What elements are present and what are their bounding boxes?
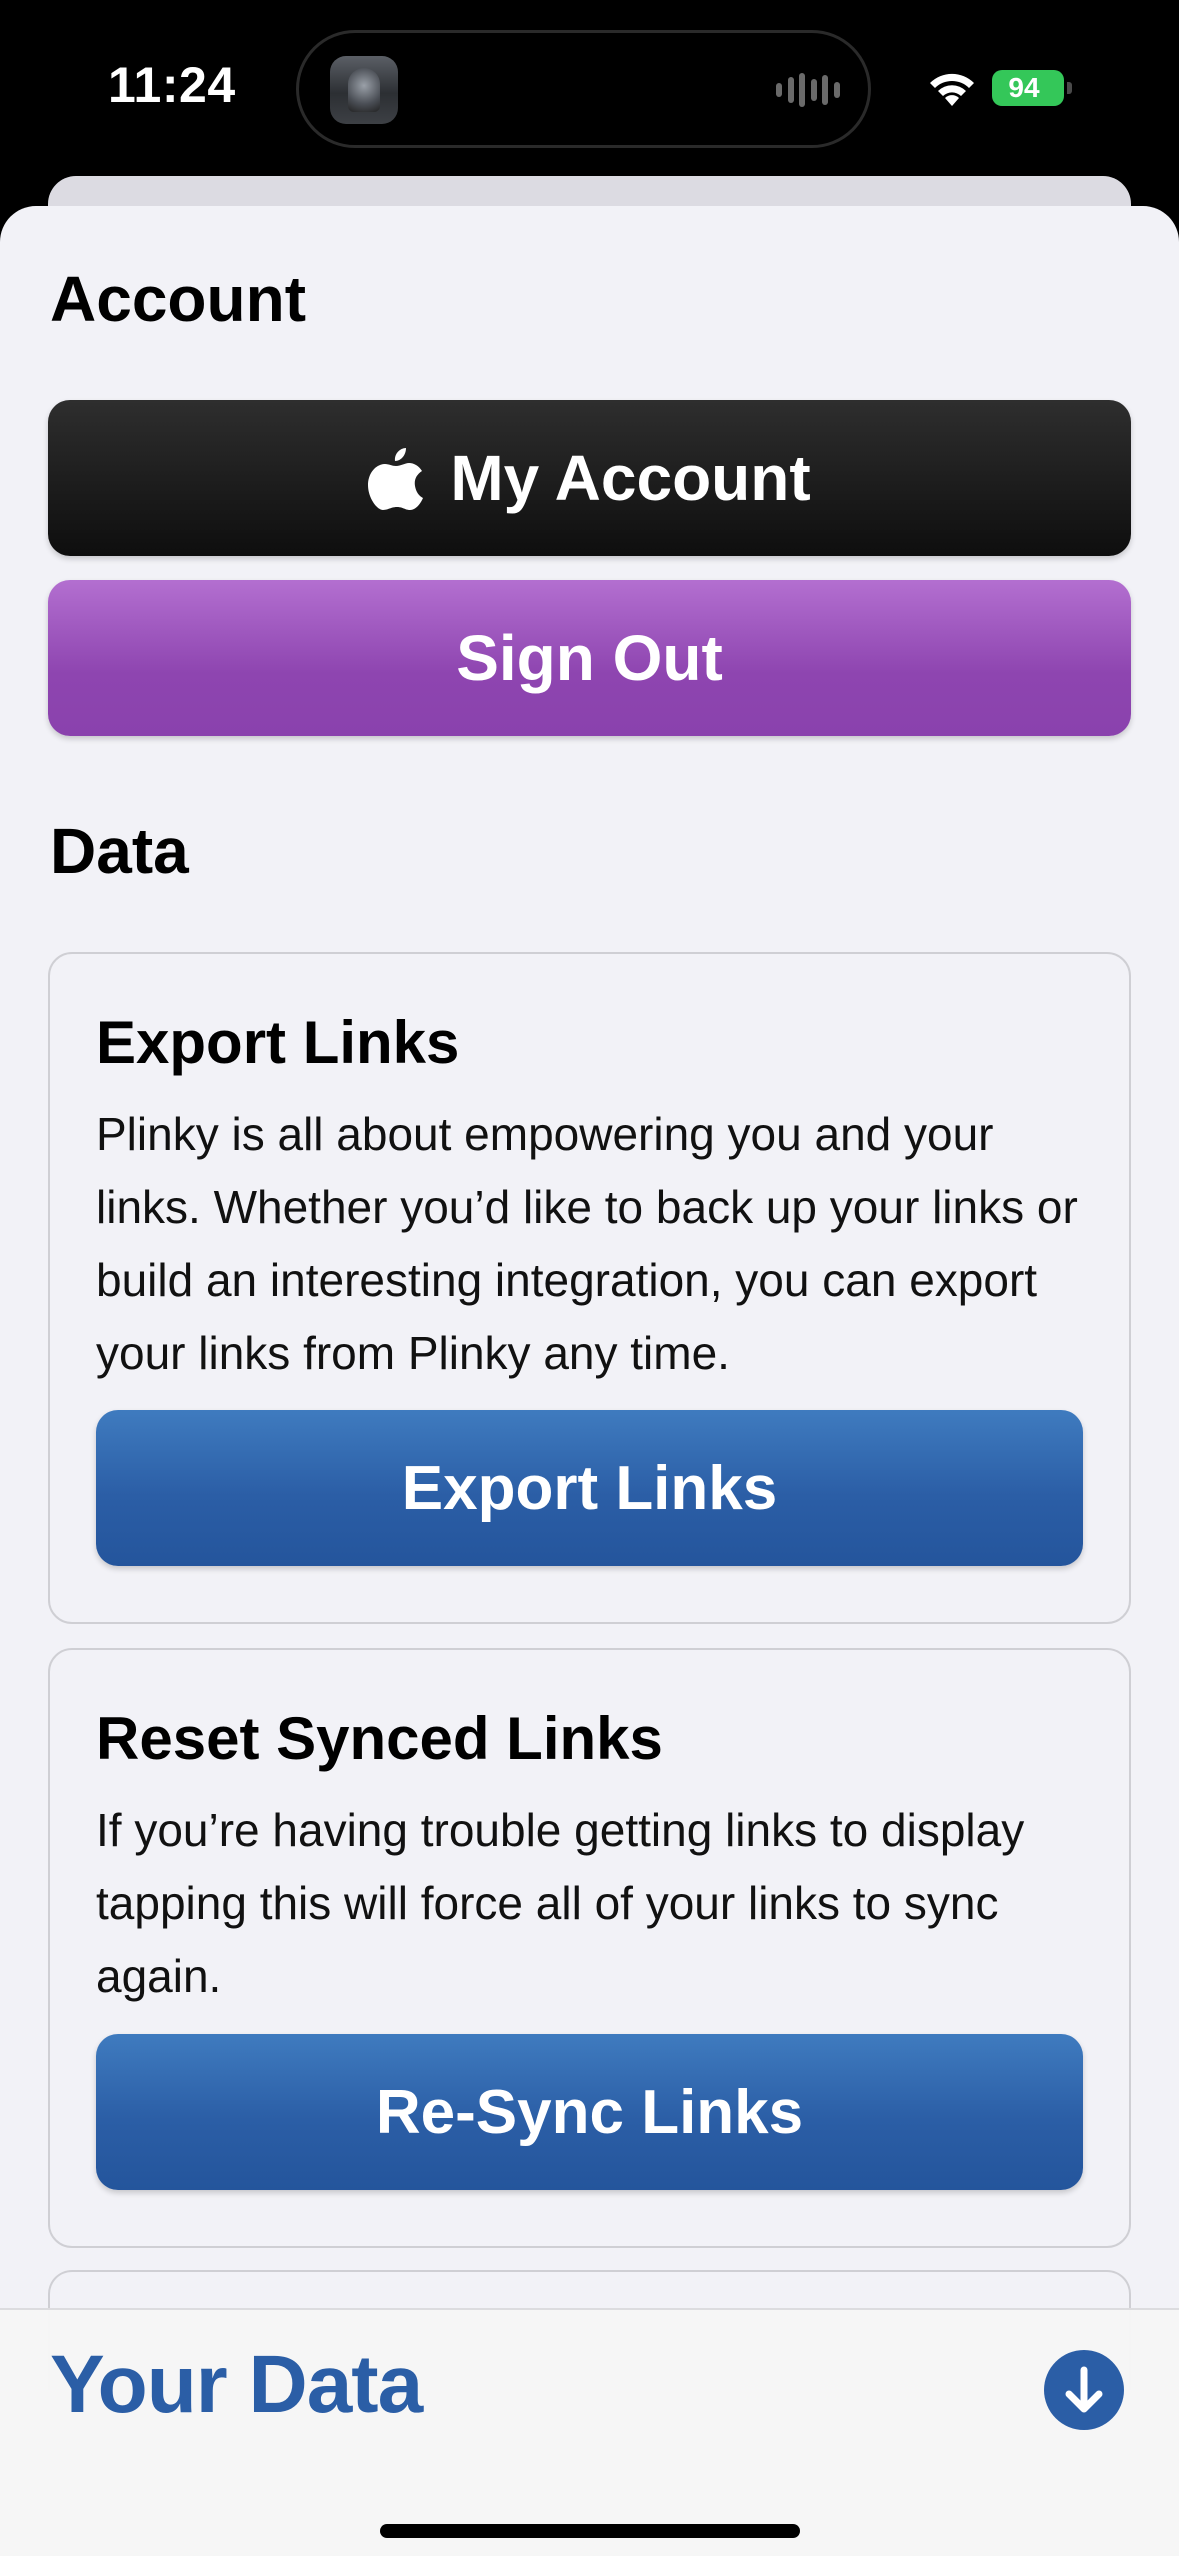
export-links-card: Export Links Plinky is all about empower…: [48, 952, 1131, 1624]
resync-links-button[interactable]: Re-Sync Links: [96, 2034, 1083, 2190]
home-indicator[interactable]: [380, 2524, 800, 2538]
scroll-down-button[interactable]: [1044, 2350, 1124, 2430]
status-bar: 11:24 94: [0, 0, 1179, 190]
sign-out-button[interactable]: Sign Out: [48, 580, 1131, 736]
account-heading: Account: [50, 263, 306, 335]
resync-card-description: If you’re having trouble getting links t…: [96, 1804, 1025, 2002]
battery-icon: 94: [992, 70, 1072, 106]
export-links-button[interactable]: Export Links: [96, 1410, 1083, 1566]
settings-sheet: Account My Account Sign Out Data Export …: [0, 206, 1179, 2556]
data-heading: Data: [50, 815, 189, 887]
your-data-title: Your Data: [50, 2339, 423, 2430]
export-links-label: Export Links: [401, 1453, 778, 1523]
now-playing-artwork[interactable]: [330, 56, 398, 124]
waveform-icon: [776, 72, 840, 108]
wifi-icon: [930, 73, 974, 106]
export-card-description: Plinky is all about empowering you and y…: [96, 1108, 1078, 1379]
sign-out-label: Sign Out: [456, 622, 723, 694]
my-account-label: My Account: [450, 442, 811, 514]
reset-synced-links-card: Reset Synced Links If you’re having trou…: [48, 1648, 1131, 2248]
resync-card-title: Reset Synced Links: [96, 1705, 663, 1772]
status-time: 11:24: [108, 57, 236, 113]
battery-level: 94: [1008, 72, 1040, 103]
resync-links-label: Re-Sync Links: [375, 2077, 804, 2147]
my-account-button[interactable]: My Account: [48, 400, 1131, 556]
bottom-bar: Your Data: [0, 2308, 1179, 2556]
export-card-title: Export Links: [96, 1009, 460, 1076]
apple-icon: [368, 448, 424, 510]
arrow-down-circle-icon: [1065, 2366, 1103, 2413]
